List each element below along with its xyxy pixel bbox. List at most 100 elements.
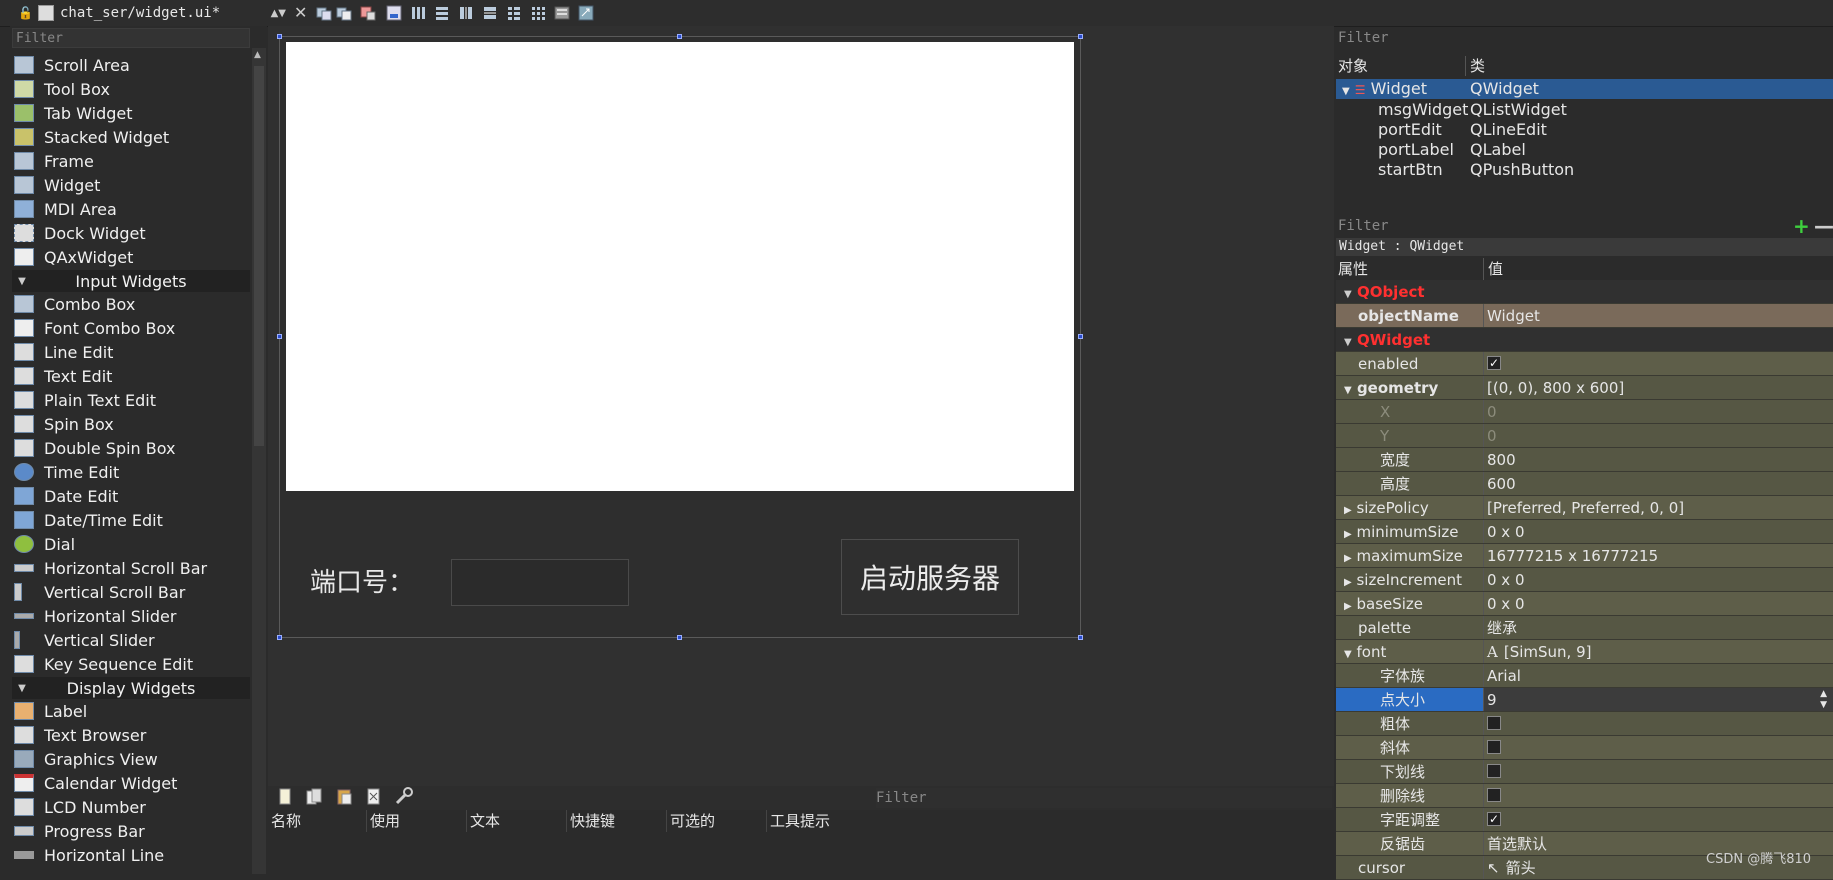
prop-height[interactable]: 高度 600	[1336, 472, 1833, 496]
prop-value[interactable]: 800	[1484, 448, 1833, 471]
prop-maximum-size[interactable]: ▶ maximumSize 16777215 x 16777215	[1336, 544, 1833, 568]
widget-item-stacked-widget[interactable]: Stacked Widget	[14, 125, 250, 149]
prop-value[interactable]: 继承	[1484, 616, 1833, 639]
object-row-widget[interactable]: ▼ ☰ Widget QWidget	[1336, 79, 1833, 99]
widget-item-text-browser[interactable]: Text Browser	[14, 723, 250, 747]
widget-item-date-edit[interactable]: Date Edit	[14, 484, 250, 508]
prop-enabled[interactable]: enabled ✓	[1336, 352, 1833, 376]
remove-property-icon[interactable]: —	[1814, 214, 1833, 238]
prop-value[interactable]: 0	[1484, 424, 1833, 447]
widget-item-spin-box[interactable]: Spin Box	[14, 412, 250, 436]
widget-item-line-edit[interactable]: Line Edit	[14, 340, 250, 364]
italic-checkbox[interactable]	[1487, 740, 1501, 754]
resize-handle[interactable]	[277, 34, 282, 39]
resize-handle[interactable]	[677, 635, 682, 640]
prop-size-increment[interactable]: ▶ sizeIncrement 0 x 0	[1336, 568, 1833, 592]
object-row[interactable]: msgWidget QListWidget	[1336, 100, 1833, 120]
prop-value[interactable]: 0 x 0	[1484, 592, 1833, 615]
prop-value[interactable]: 0 x 0	[1484, 520, 1833, 543]
widget-item-time-edit[interactable]: Time Edit	[14, 460, 250, 484]
prop-italic[interactable]: 斜体	[1336, 736, 1833, 760]
prop-value[interactable]: [Preferred, Preferred, 0, 0]	[1484, 496, 1833, 519]
widget-item-qaxwidget[interactable]: QAxWidget	[14, 245, 250, 269]
category-input-widgets[interactable]: ▼ Input Widgets	[12, 270, 250, 292]
prop-width[interactable]: 宽度 800	[1336, 448, 1833, 472]
underline-checkbox[interactable]	[1487, 764, 1501, 778]
prop-value[interactable]: 0 x 0	[1484, 568, 1833, 591]
column-header[interactable]: 可选的	[667, 810, 767, 832]
prop-strikeout[interactable]: 删除线	[1336, 784, 1833, 808]
column-header[interactable]: 值	[1484, 258, 1833, 280]
msg-list-widget[interactable]	[286, 42, 1074, 491]
widget-item-combo-box[interactable]: Combo Box	[14, 292, 250, 316]
prop-value[interactable]: 600	[1484, 472, 1833, 495]
widget-box-scrollbar[interactable]: ▲	[252, 48, 266, 874]
widget-item-tool-box[interactable]: Tool Box	[14, 77, 250, 101]
action-table-body[interactable]	[268, 832, 1334, 874]
widget-item-horizontal-scroll-bar[interactable]: Horizontal Scroll Bar	[14, 556, 250, 580]
start-server-button[interactable]: 启动服务器	[841, 539, 1019, 615]
prop-value[interactable]: Widget	[1484, 304, 1833, 327]
copy-action-icon[interactable]	[306, 788, 324, 806]
scrollbar-thumb[interactable]	[254, 66, 264, 446]
widget-item-tab-widget[interactable]: Tab Widget	[14, 101, 250, 125]
widget-item-datetime-edit[interactable]: Date/Time Edit	[14, 508, 250, 532]
widget-item-key-sequence-edit[interactable]: Key Sequence Edit	[14, 652, 250, 676]
adjust-size-icon[interactable]	[578, 5, 594, 21]
resize-handle[interactable]	[1078, 635, 1083, 640]
configure-icon[interactable]	[394, 786, 414, 806]
resize-handle[interactable]	[1078, 334, 1083, 339]
prop-value[interactable]: 0	[1484, 400, 1833, 423]
prop-bold[interactable]: 粗体	[1336, 712, 1833, 736]
prop-font-family[interactable]: 字体族 Arial	[1336, 664, 1833, 688]
widget-item-font-combo-box[interactable]: Font Combo Box	[14, 316, 250, 340]
prop-x[interactable]: X0	[1336, 400, 1833, 424]
widget-item-horizontal-line[interactable]: Horizontal Line	[14, 843, 250, 867]
column-header[interactable]: 对象	[1336, 56, 1466, 76]
widget-item-calendar-widget[interactable]: Calendar Widget	[14, 771, 250, 795]
prop-value[interactable]: 箭头	[1506, 859, 1536, 877]
enabled-checkbox[interactable]: ✓	[1487, 356, 1501, 370]
scroll-up-arrow-icon[interactable]: ▲	[254, 50, 261, 60]
object-row[interactable]: portLabel QLabel	[1336, 140, 1833, 160]
prop-value[interactable]: 16777215 x 16777215	[1484, 544, 1833, 567]
prop-geometry[interactable]: ▼ geometry [(0, 0), 800 x 600]	[1336, 376, 1833, 400]
add-property-icon[interactable]: +	[1793, 214, 1810, 238]
widget-item-horizontal-slider[interactable]: Horizontal Slider	[14, 604, 250, 628]
widget-item-progress-bar[interactable]: Progress Bar	[14, 819, 250, 843]
spin-arrows-icon[interactable]: ▲ ▼	[1820, 688, 1827, 711]
column-header[interactable]: 文本	[467, 810, 567, 832]
object-filter-input[interactable]: Filter	[1336, 28, 1833, 48]
prop-minimum-size[interactable]: ▶ minimumSize 0 x 0	[1336, 520, 1833, 544]
widget-item-vertical-scroll-bar[interactable]: Vertical Scroll Bar	[14, 580, 250, 604]
resize-handle[interactable]	[1078, 34, 1083, 39]
prop-size-policy[interactable]: ▶ sizePolicy [Preferred, Preferred, 0, 0]	[1336, 496, 1833, 520]
column-header[interactable]: 类	[1466, 56, 1833, 76]
close-form-icon[interactable]: ✕	[294, 3, 307, 22]
prop-point-size[interactable]: 点大小 9 ▲ ▼	[1336, 688, 1833, 712]
column-header[interactable]: 使用	[367, 810, 467, 832]
widget-item-graphics-view[interactable]: Graphics View	[14, 747, 250, 771]
widget-item-text-edit[interactable]: Text Edit	[14, 364, 250, 388]
strikeout-checkbox[interactable]	[1487, 788, 1501, 802]
port-edit-input[interactable]	[451, 559, 629, 606]
widget-item-dial[interactable]: Dial	[14, 532, 250, 556]
resize-handle[interactable]	[677, 34, 682, 39]
widget-item-lcd-number[interactable]: LCD Number	[14, 795, 250, 819]
property-filter-input[interactable]: Filter	[1336, 216, 1798, 236]
layout-vertical-icon[interactable]	[434, 5, 450, 21]
object-row[interactable]: startBtn QPushButton	[1336, 160, 1833, 180]
kerning-checkbox[interactable]: ✓	[1487, 812, 1501, 826]
category-display-widgets[interactable]: ▼ Display Widgets	[12, 677, 250, 699]
break-layout-icon[interactable]	[554, 5, 570, 21]
widget-item-mdi-area[interactable]: MDI Area	[14, 197, 250, 221]
column-header[interactable]: 工具提示	[767, 810, 1334, 832]
widget-item-widget[interactable]: Widget	[14, 173, 250, 197]
point-size-spinbox[interactable]: 9	[1487, 688, 1497, 711]
widget-item-vertical-slider[interactable]: Vertical Slider	[14, 628, 250, 652]
edit-tab-order-icon[interactable]	[386, 5, 402, 21]
layout-vertical-splitter-icon[interactable]	[482, 5, 498, 21]
prop-object-name[interactable]: objectName Widget	[1336, 304, 1833, 328]
prop-base-size[interactable]: ▶ baseSize 0 x 0	[1336, 592, 1833, 616]
prop-y[interactable]: Y0	[1336, 424, 1833, 448]
